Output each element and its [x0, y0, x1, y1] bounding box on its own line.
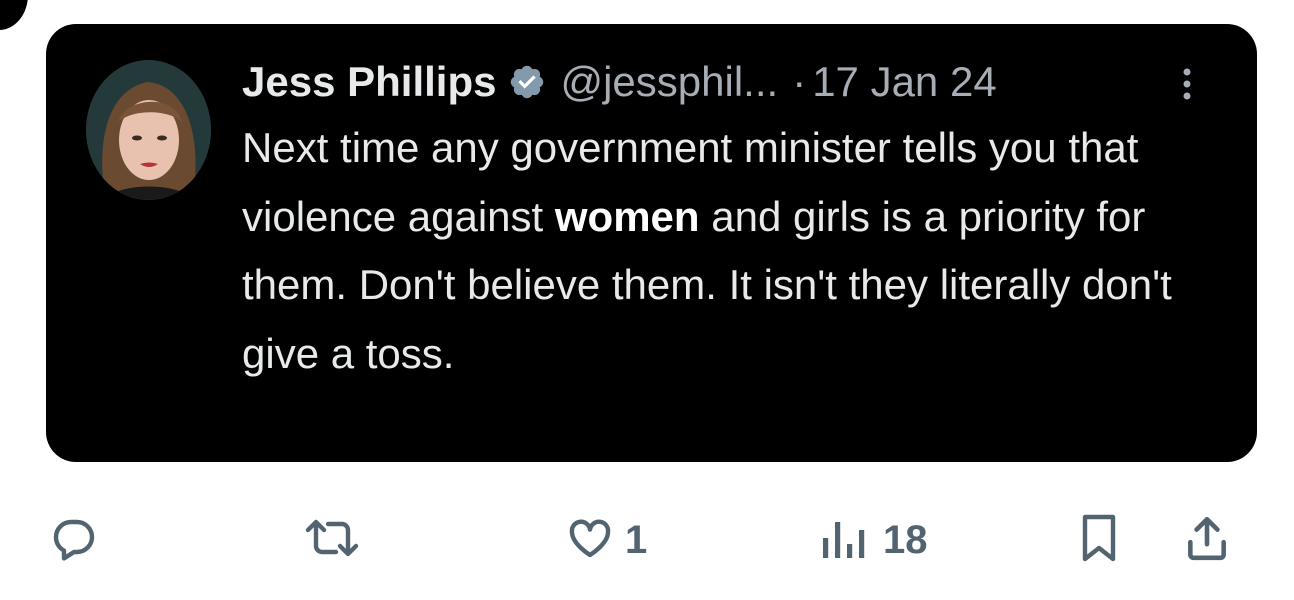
share-icon — [1182, 513, 1232, 568]
bookmark-icon — [1075, 511, 1123, 570]
author-name[interactable]: Jess Phillips — [242, 52, 496, 112]
views-icon — [815, 514, 873, 567]
portrait-image — [86, 60, 211, 200]
tweet-screenshot: Jess Phillips @jessphil... · 17 Jan 24 N… — [0, 0, 1294, 600]
author-avatar[interactable] — [86, 60, 211, 200]
retweet-icon — [300, 514, 364, 567]
verified-badge-icon — [508, 63, 546, 101]
like-count: 1 — [625, 518, 648, 562]
author-handle[interactable]: @jessphil... — [560, 52, 778, 112]
action-bar: 1 18 — [0, 500, 1294, 590]
views-button[interactable]: 18 — [815, 510, 928, 570]
reply-icon — [50, 514, 98, 567]
bookmark-button[interactable] — [1075, 510, 1123, 570]
partial-avatar[interactable] — [0, 0, 28, 30]
tweet-date[interactable]: 17 Jan 24 — [812, 52, 997, 112]
views-count: 18 — [883, 518, 928, 562]
reply-button[interactable] — [50, 510, 98, 570]
tweet-text: Next time any government minister tells … — [242, 114, 1222, 388]
more-options-icon[interactable] — [1181, 64, 1193, 104]
tweet-header: Jess Phillips @jessphil... · 17 Jan 24 — [242, 52, 997, 112]
quoted-tweet-card[interactable]: Jess Phillips @jessphil... · 17 Jan 24 N… — [46, 24, 1257, 462]
retweet-button[interactable] — [300, 510, 364, 570]
share-button[interactable] — [1182, 510, 1232, 570]
header-separator: · — [792, 58, 807, 105]
heart-icon — [565, 514, 615, 567]
tweet-text-highlight: women — [554, 192, 700, 240]
like-button[interactable]: 1 — [565, 510, 647, 570]
